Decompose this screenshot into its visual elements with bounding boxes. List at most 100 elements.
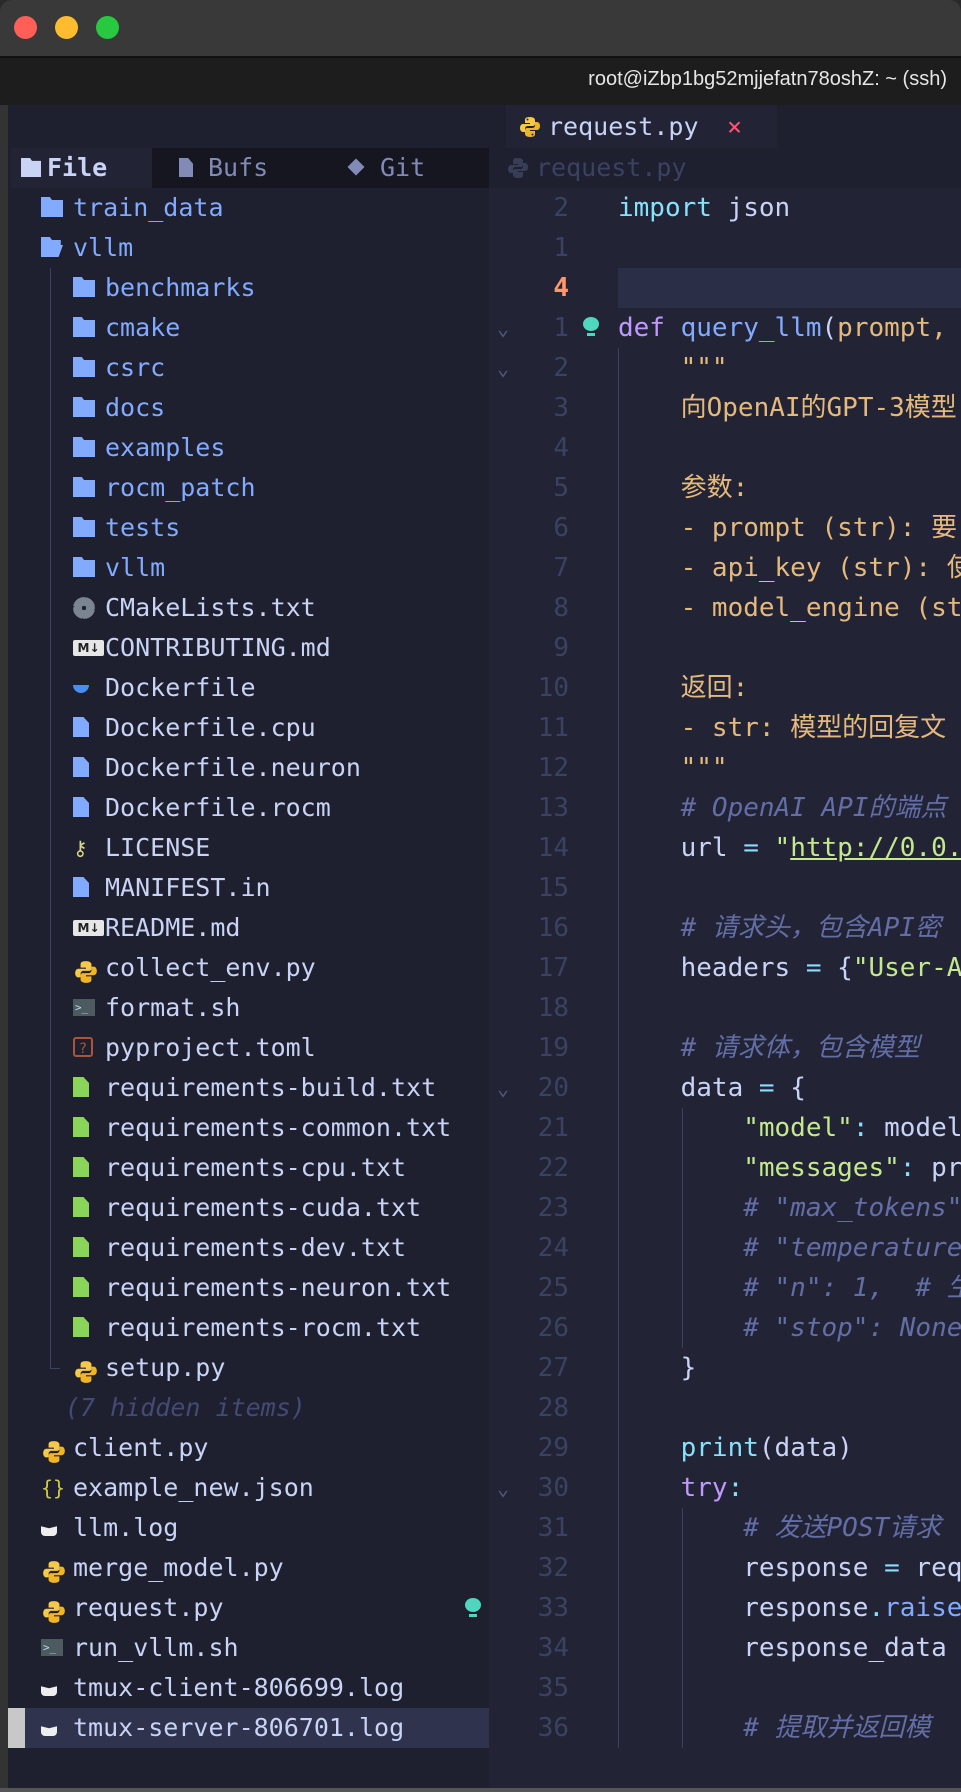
code-line[interactable]: 21 "model": model (489, 1108, 961, 1148)
code-line[interactable]: 3 向OpenAI的GPT-3模型 (489, 388, 961, 428)
tree-folder[interactable]: vllm (8, 548, 489, 588)
code-line[interactable]: 36 # 提取并返回模 (489, 1708, 961, 1748)
tree-file[interactable]: CMakeLists.txt (8, 588, 489, 628)
tree-file[interactable]: >_ format.sh (8, 988, 489, 1028)
tree-file[interactable]: ⚷ LICENSE (8, 828, 489, 868)
code-line[interactable]: ⌄ 1 def query_llm(prompt, (489, 308, 961, 348)
tree-item-label: vllm (73, 233, 134, 262)
lightbulb-icon[interactable] (583, 317, 599, 339)
code-line[interactable]: 17 headers = {"User-A (489, 948, 961, 988)
code-editor[interactable]: request.py 2 import json 1 4 ⌄ 1 def query_llm… (489, 148, 961, 1788)
code-line[interactable]: 27 } (489, 1348, 961, 1388)
code-line[interactable]: 22 "messages": pr (489, 1148, 961, 1188)
code-line[interactable]: 2 import json (489, 188, 961, 228)
code-line[interactable]: 32 response = req (489, 1548, 961, 1588)
tree-file[interactable]: merge_model.py (8, 1548, 489, 1588)
buffer-tab-request-py[interactable]: request.py × (506, 105, 777, 148)
tree-folder[interactable]: docs (8, 388, 489, 428)
code-line[interactable]: 14 url = "http://0.0. (489, 828, 961, 868)
code-line[interactable]: 19 # 请求体，包含模型 (489, 1028, 961, 1068)
zoom-window-button[interactable] (96, 16, 119, 39)
tree-file[interactable]: (7 hidden items) (8, 1388, 489, 1428)
close-icon[interactable]: × (727, 105, 742, 148)
code-line[interactable]: 7 - api_key (str): 使 (489, 548, 961, 588)
fold-chevron-icon[interactable]: ⌄ (497, 1068, 509, 1108)
code-token: : (727, 1473, 744, 1503)
tree-file[interactable]: setup.py (8, 1348, 489, 1388)
tree-file[interactable]: collect_env.py (8, 948, 489, 988)
folder-icon (73, 437, 97, 459)
tree-file[interactable]: MANIFEST.in (8, 868, 489, 908)
code-token: : (899, 1153, 916, 1183)
tree-file[interactable]: M↓ README.md (8, 908, 489, 948)
code-line[interactable]: 1 (489, 228, 961, 268)
tree-file[interactable]: requirements-dev.txt (8, 1228, 489, 1268)
code-line[interactable]: 8 - model_engine (st (489, 588, 961, 628)
tree-file[interactable]: tmux-client-806699.log (8, 1668, 489, 1708)
tree-file[interactable]: request.py (8, 1588, 489, 1628)
code-line[interactable]: 6 - prompt (str): 要 (489, 508, 961, 548)
tree-file[interactable]: tmux-server-806701.log (8, 1708, 489, 1748)
code-line[interactable]: 12 """ (489, 748, 961, 788)
tab-file[interactable]: File (11, 148, 152, 188)
minimize-window-button[interactable] (55, 16, 78, 39)
tree-folder[interactable]: csrc (8, 348, 489, 388)
tree-file[interactable]: requirements-build.txt (8, 1068, 489, 1108)
fold-chevron-icon[interactable]: ⌄ (497, 348, 509, 388)
tree-file[interactable]: client.py (8, 1428, 489, 1468)
code-token: "messages" (618, 1153, 900, 1183)
close-window-button[interactable] (14, 16, 37, 39)
code-line[interactable]: 29 print(data) (489, 1428, 961, 1468)
code-line[interactable]: ⌄ 20 data = { (489, 1068, 961, 1108)
tab-git[interactable]: Git (322, 148, 489, 188)
code-line[interactable]: 31 # 发送POST请求 (489, 1508, 961, 1548)
tree-file[interactable]: requirements-neuron.txt (8, 1268, 489, 1308)
lightbulb-icon[interactable] (465, 1598, 481, 1618)
code-line[interactable]: 28 (489, 1388, 961, 1428)
code-line[interactable]: 24 # "temperature (489, 1228, 961, 1268)
code-line[interactable]: 34 response_data (489, 1628, 961, 1668)
tree-folder[interactable]: tests (8, 508, 489, 548)
code-line[interactable]: ⌄ 2 """ (489, 348, 961, 388)
tab-bufs[interactable]: Bufs (152, 148, 322, 188)
code-line[interactable]: 15 (489, 868, 961, 908)
tree-file[interactable]: {} example_new.json (8, 1468, 489, 1508)
tree-file[interactable]: requirements-cuda.txt (8, 1188, 489, 1228)
code-line[interactable]: 25 # "n": 1, # 生 (489, 1268, 961, 1308)
code-line[interactable]: 18 (489, 988, 961, 1028)
document-icon (73, 717, 97, 739)
tree-file[interactable]: llm.log (8, 1508, 489, 1548)
code-line[interactable]: 35 (489, 1668, 961, 1708)
code-line[interactable]: 4 (489, 428, 961, 468)
tree-folder[interactable]: rocm_patch (8, 468, 489, 508)
tree-file[interactable]: requirements-rocm.txt (8, 1308, 489, 1348)
tree-file[interactable]: >_ run_vllm.sh (8, 1628, 489, 1668)
tree-file[interactable]: Dockerfile (8, 668, 489, 708)
code-token: - model_engine (st (618, 593, 961, 623)
tree-folder[interactable]: train_data (8, 188, 489, 228)
tree-file[interactable]: requirements-common.txt (8, 1108, 489, 1148)
code-line[interactable]: 10 返回: (489, 668, 961, 708)
code-line[interactable]: 11 - str: 模型的回复文 (489, 708, 961, 748)
tree-file[interactable]: Dockerfile.rocm (8, 788, 489, 828)
tree-folder[interactable]: examples (8, 428, 489, 468)
fold-chevron-icon[interactable]: ⌄ (497, 308, 509, 348)
tree-folder[interactable]: benchmarks (8, 268, 489, 308)
code-line[interactable]: 13 # OpenAI API的端点 (489, 788, 961, 828)
tree-folder[interactable]: vllm (8, 228, 489, 268)
tree-file[interactable]: requirements-cpu.txt (8, 1148, 489, 1188)
tree-folder[interactable]: cmake (8, 308, 489, 348)
code-line[interactable]: 16 # 请求头，包含API密 (489, 908, 961, 948)
code-line[interactable]: 9 (489, 628, 961, 668)
tree-file[interactable]: Dockerfile.neuron (8, 748, 489, 788)
code-line[interactable]: 5 参数: (489, 468, 961, 508)
tree-file[interactable]: ? pyproject.toml (8, 1028, 489, 1068)
code-line[interactable]: 23 # "max_tokens" (489, 1188, 961, 1228)
code-line[interactable]: 33 response.raise (489, 1588, 961, 1628)
code-line[interactable]: ⌄ 30 try: (489, 1468, 961, 1508)
tree-file[interactable]: Dockerfile.cpu (8, 708, 489, 748)
code-line[interactable]: 4 (489, 268, 961, 308)
code-line[interactable]: 26 # "stop": None (489, 1308, 961, 1348)
tree-file[interactable]: M↓ CONTRIBUTING.md (8, 628, 489, 668)
fold-chevron-icon[interactable]: ⌄ (497, 1468, 509, 1508)
